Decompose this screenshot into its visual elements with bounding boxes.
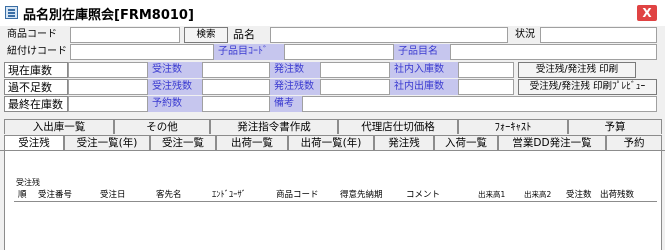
section-title: 受注残 [16, 178, 40, 187]
internal-out-field[interactable] [458, 79, 514, 95]
orders-received-field[interactable] [202, 62, 270, 78]
column-header-order-date: 受注日 [100, 190, 126, 200]
tab-order-list[interactable]: 受注一覧 [150, 135, 216, 150]
column-header-delivery-date: 得意先納期 [340, 190, 383, 200]
status-label: 状況 [512, 27, 540, 43]
tab-shipment-list[interactable]: 出荷一覧 [216, 135, 288, 150]
memo-field[interactable] [302, 96, 657, 112]
sub-item-name-label: 子品目名 [394, 44, 450, 60]
link-code-input[interactable] [70, 44, 214, 60]
orders-remaining-label: 受注残数 [148, 79, 202, 95]
internal-in-label: 社内入庫数 [390, 62, 458, 78]
window-title: 品名別在庫照会[FRM8010] [23, 8, 194, 23]
final-stock-field[interactable] [68, 96, 148, 112]
column-header-output1: 出来高1 [478, 190, 506, 199]
tab-order-remaining[interactable]: 受注残 [4, 135, 64, 151]
orders-placed-remaining-label: 発注残数 [270, 79, 320, 95]
item-name-label: 品名 [230, 27, 270, 43]
final-stock-label: 最終在庫数 [4, 96, 68, 112]
orders-placed-label: 発注数 [270, 62, 320, 78]
close-button[interactable]: X [637, 5, 657, 21]
sub-item-code-input[interactable] [284, 44, 394, 60]
print-preview-button[interactable]: 受注残/発注残 印刷ﾌﾟﾚﾋﾞｭｰ [518, 79, 657, 95]
column-header-order-qty: 受注数 [566, 190, 592, 200]
tab-forecast[interactable]: ﾌｫｰｷｬｽﾄ [458, 119, 568, 134]
orders-placed-field[interactable] [320, 62, 390, 78]
tab-budget[interactable]: 予算 [568, 119, 662, 134]
item-code-label: 商品コード [4, 27, 70, 43]
tab-sales-dd-order-list[interactable]: 営業DD発注一覧 [498, 135, 606, 150]
order-remaining-grid[interactable] [14, 201, 657, 251]
column-header-customer: 客先名 [156, 190, 182, 200]
internal-in-field[interactable] [458, 62, 514, 78]
shortage-field[interactable] [68, 79, 148, 95]
title-bar: 品名別在庫照会[FRM8010] X [0, 0, 665, 26]
column-header-end-user: ｴﾝﾄﾞﾕｰｻﾞ [212, 190, 247, 200]
form-icon [5, 6, 18, 19]
tab-shipment-list-year[interactable]: 出荷一覧(年) [288, 135, 374, 150]
tab-agency-price[interactable]: 代理店仕切価格 [338, 119, 458, 134]
item-code-input[interactable] [70, 27, 180, 43]
item-name-input[interactable] [270, 27, 508, 43]
reserved-label: 予約数 [148, 96, 202, 112]
column-header-comment: コメント [406, 190, 441, 200]
tab-io-list[interactable]: 入出庫一覧 [4, 119, 114, 134]
link-code-label: 紐付けコード [4, 44, 70, 60]
tab-order-list-year[interactable]: 受注一覧(年) [64, 135, 150, 150]
column-header-item-code: 商品コード [276, 190, 319, 200]
column-header-ship-remaining: 出荷残数 [600, 190, 635, 200]
shortage-label: 過不足数 [4, 79, 68, 95]
current-stock-label: 現在庫数 [4, 62, 68, 78]
tab-other[interactable]: その他 [114, 119, 210, 134]
column-header-order-no: 受注番号 [38, 190, 73, 200]
tab-purchase-remaining[interactable]: 発注残 [374, 135, 434, 150]
sub-item-name-input[interactable] [450, 44, 657, 60]
orders-remaining-field[interactable] [202, 79, 270, 95]
tab-receipt-list[interactable]: 入荷一覧 [434, 135, 498, 150]
tab-reservation[interactable]: 予約 [606, 135, 662, 150]
memo-label: 備考 [270, 96, 302, 112]
inventory-window: 品名別在庫照会[FRM8010] X 商品コード 検索 品名 状況 紐付けコード… [0, 0, 665, 251]
internal-out-label: 社内出庫数 [390, 79, 458, 95]
sub-item-code-label: 子品目ｺｰﾄﾞ [214, 44, 284, 60]
column-header-output2: 出来高2 [524, 190, 552, 199]
reserved-field[interactable] [202, 96, 270, 112]
status-input[interactable] [540, 27, 657, 43]
orders-placed-remaining-field[interactable] [320, 79, 390, 95]
print-button[interactable]: 受注残/発注残 印刷 [518, 62, 636, 78]
column-header-seq: 順 [18, 190, 27, 200]
orders-received-label: 受注数 [148, 62, 202, 78]
current-stock-field[interactable] [68, 62, 148, 78]
search-button[interactable]: 検索 [184, 27, 228, 43]
tab-order-instruction[interactable]: 発注指令書作成 [210, 119, 338, 134]
